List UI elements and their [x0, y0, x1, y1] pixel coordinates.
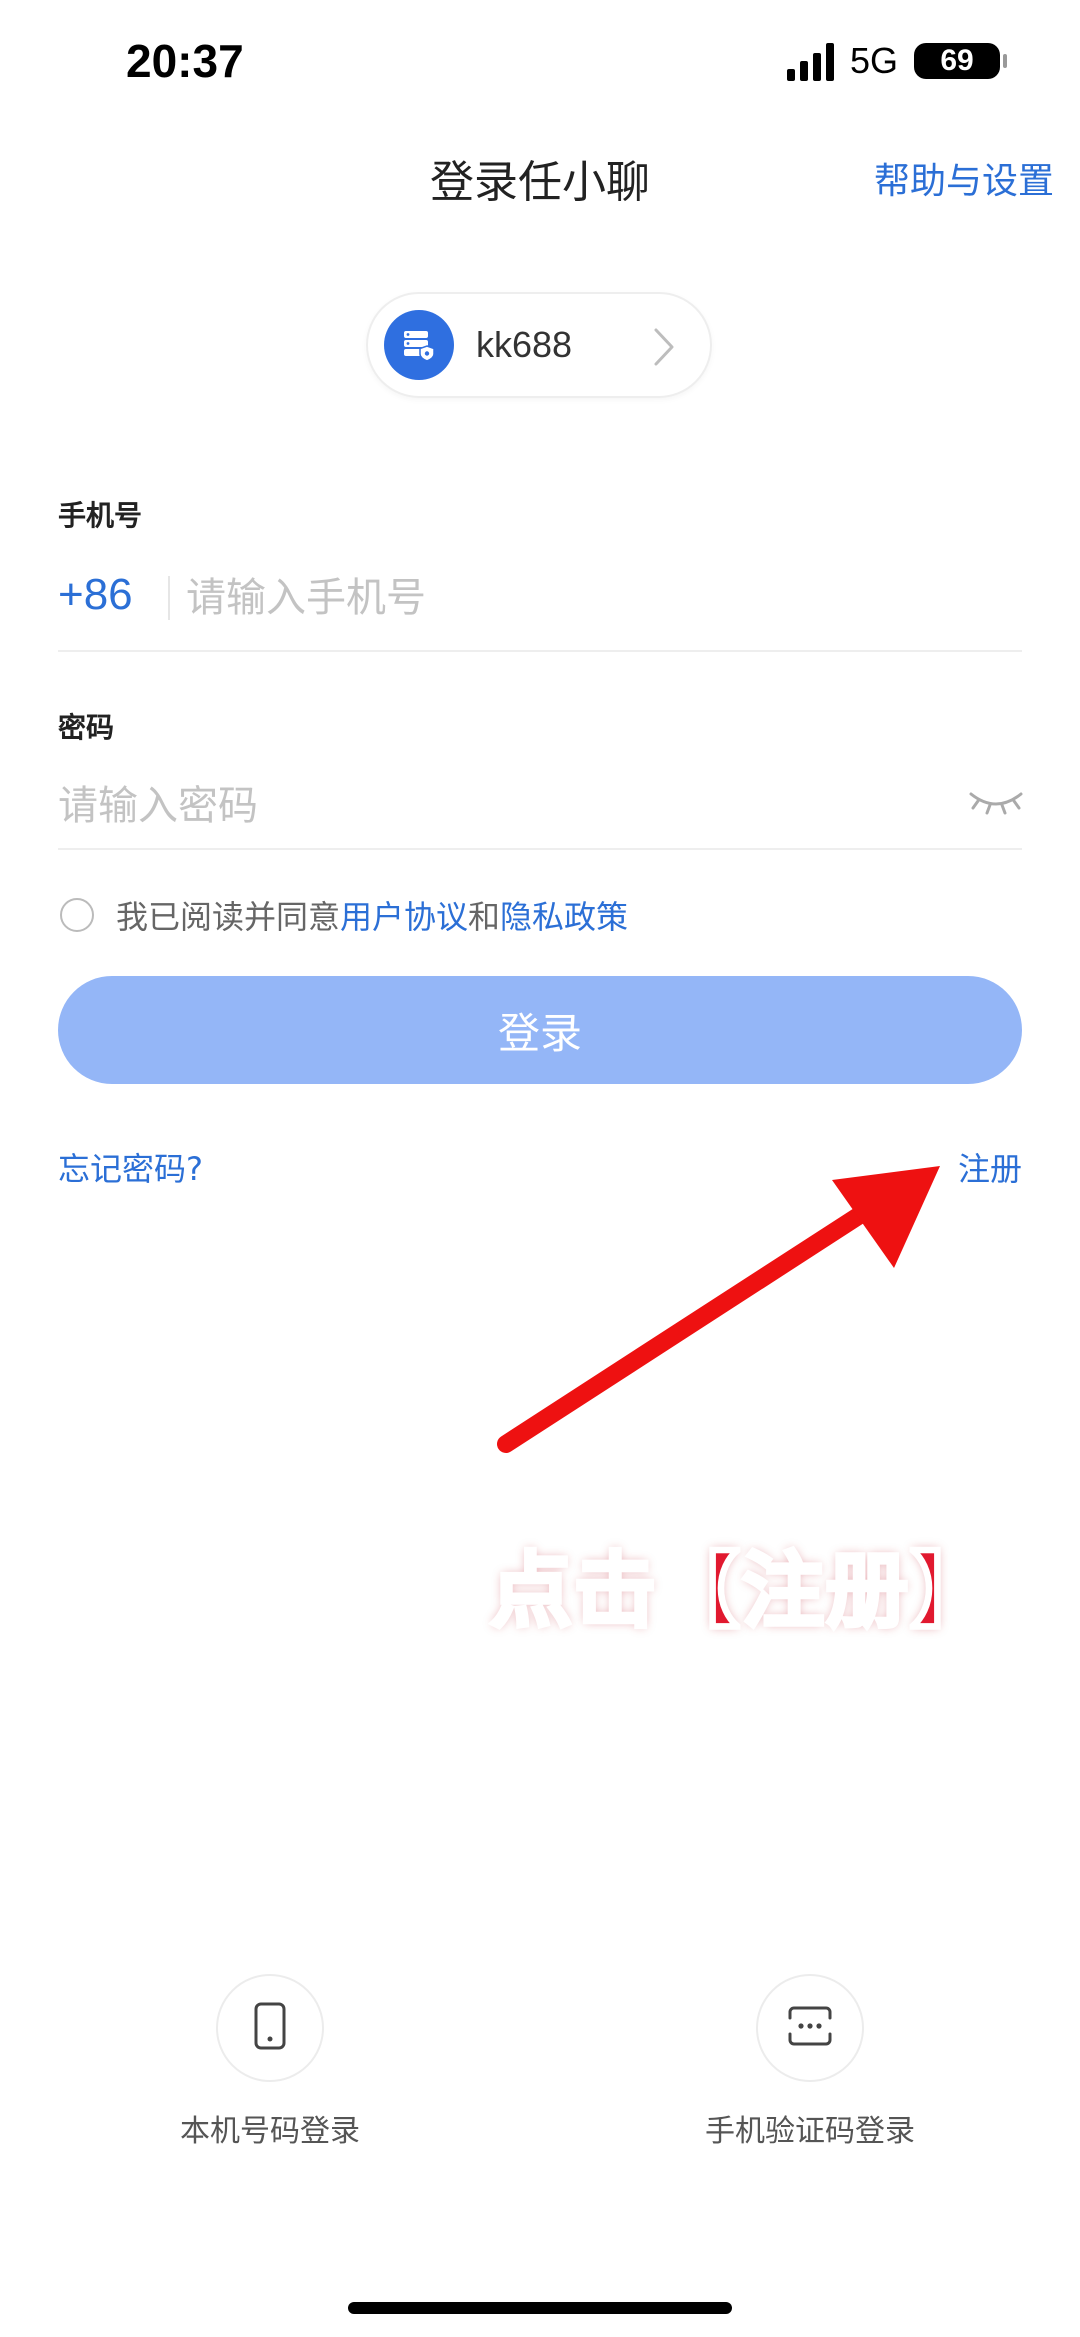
local-number-login-label[interactable]: 本机号码登录: [120, 2106, 420, 2150]
phone-icon: [252, 2001, 288, 2055]
annotation-text: 点击【注册】: [488, 1542, 995, 1641]
sms-code-login-label[interactable]: 手机验证码登录: [660, 2106, 960, 2150]
sms-code-login-button[interactable]: [756, 1974, 864, 2082]
home-indicator[interactable]: [348, 2302, 732, 2314]
sms-code-icon: [786, 2004, 834, 2052]
local-number-login-button[interactable]: [216, 1974, 324, 2082]
red-arrow-icon: [497, 1166, 940, 1453]
